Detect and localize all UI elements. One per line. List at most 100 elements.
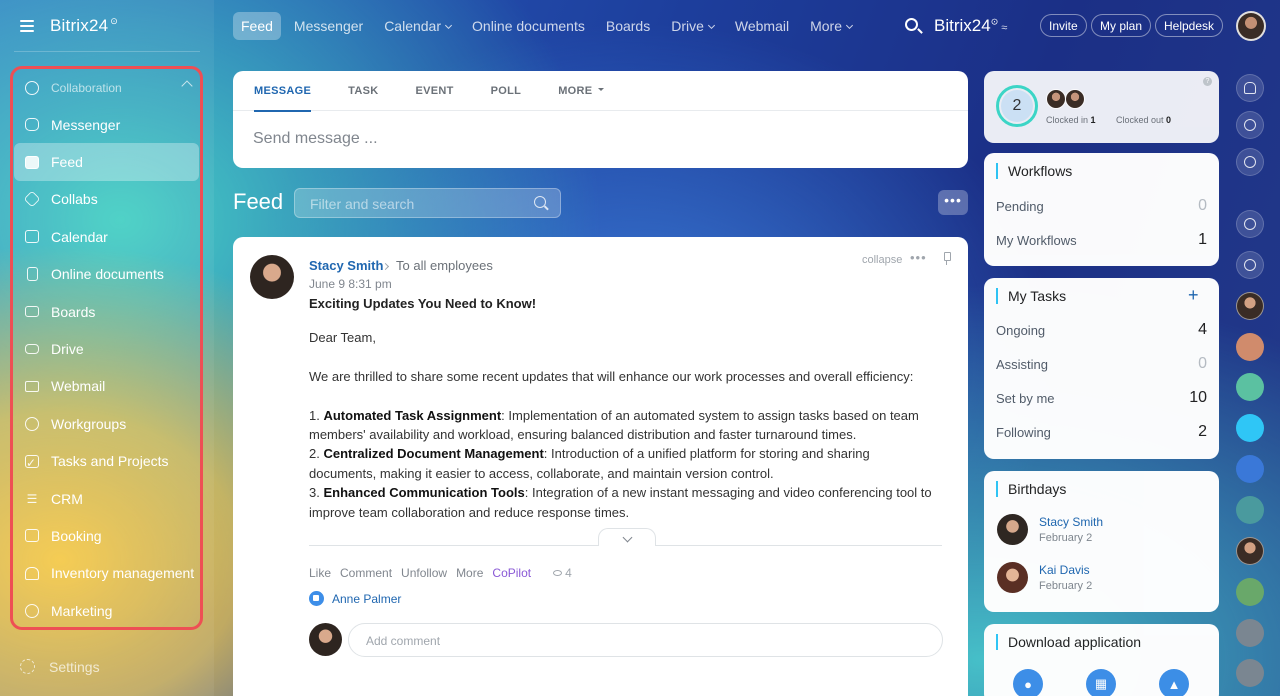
comment-input[interactable]: Add comment	[348, 623, 943, 657]
sidebar-item-online-documents[interactable]: Online documents	[14, 256, 199, 293]
sidebar-item-webmail[interactable]: Webmail	[14, 368, 199, 405]
post-author[interactable]: Stacy Smith	[309, 258, 383, 273]
sidebar-item-tasks-and-projects[interactable]: ✓ Tasks and Projects	[14, 443, 199, 480]
copilot-icon[interactable]	[1236, 111, 1264, 139]
pin-icon[interactable]	[942, 252, 951, 265]
bot-icon[interactable]	[1236, 619, 1264, 647]
windows-icon[interactable]: ▦	[1086, 669, 1116, 696]
apple-icon[interactable]: ●	[1013, 669, 1043, 696]
sidebar-item-boards[interactable]: Boards	[14, 293, 199, 330]
menu-group-label: Collaboration	[51, 81, 122, 95]
nav-boards[interactable]: Boards	[598, 12, 658, 40]
avatar[interactable]	[250, 255, 294, 299]
like-button[interactable]: Like	[309, 566, 331, 580]
nav-calendar[interactable]: Calendar	[376, 12, 459, 40]
booking-icon	[24, 528, 40, 544]
workflow-row-my-workflows[interactable]: My Workflows 1	[996, 231, 1207, 249]
sidebar-item-booking[interactable]: Booking	[14, 517, 199, 554]
avatar[interactable]	[1236, 537, 1264, 565]
sidebar-item-feed[interactable]: Feed	[14, 143, 199, 181]
liked-by-name[interactable]: Anne Palmer	[332, 592, 401, 606]
general-chat-icon[interactable]	[1236, 414, 1264, 442]
post-date[interactable]: June 9 8:31 pm	[309, 277, 392, 291]
tab-poll[interactable]: POLL	[491, 71, 522, 111]
unfollow-button[interactable]: Unfollow	[401, 566, 447, 580]
copilot-chat-icon[interactable]	[1236, 210, 1264, 238]
expand-post-button[interactable]	[598, 528, 656, 546]
linux-icon[interactable]: ▲	[1159, 669, 1189, 696]
invite-button[interactable]: Invite	[1040, 14, 1087, 37]
left-sidebar: Bitrix24 ⊙ Collaboration Messenger Feed C…	[0, 0, 214, 696]
tab-message[interactable]: MESSAGE	[254, 71, 312, 112]
document-icon	[24, 266, 40, 282]
hamburger-icon[interactable]	[20, 20, 34, 32]
tab-more[interactable]: MORE	[558, 71, 605, 111]
task-row-ongoing[interactable]: Ongoing 4	[996, 321, 1207, 339]
widget-title[interactable]: My Tasks	[996, 288, 1066, 304]
sidebar-item-settings[interactable]: Settings	[20, 656, 100, 678]
nav-drive[interactable]: Drive	[663, 12, 722, 40]
sidebar-header: Bitrix24 ⊙	[0, 0, 214, 52]
sidebar-item-inventory-management[interactable]: Inventory management	[14, 555, 199, 592]
sidebar-item-collabs[interactable]: Collabs	[14, 181, 199, 218]
message-input[interactable]: Send message ...	[253, 130, 378, 148]
nav-messenger[interactable]: Messenger	[286, 12, 371, 40]
workflow-row-pending[interactable]: Pending 0	[996, 197, 1207, 215]
avatar[interactable]	[1236, 292, 1264, 320]
task-row-following[interactable]: Following 2	[996, 423, 1207, 441]
search-icon[interactable]	[534, 196, 546, 208]
sidebar-item-label: Marketing	[51, 602, 113, 619]
avatar[interactable]	[997, 562, 1028, 593]
helpdesk-button[interactable]: Helpdesk	[1155, 14, 1224, 37]
add-task-button[interactable]: +	[1188, 285, 1199, 306]
sidebar-item-workgroups[interactable]: Workgroups	[14, 405, 199, 442]
task-chat-icon[interactable]	[1236, 578, 1264, 606]
brand-logo[interactable]: Bitrix24 ⊙	[50, 16, 118, 36]
comment-button[interactable]: Comment	[340, 566, 392, 580]
filter-placeholder: Filter and search	[310, 196, 415, 212]
nav-more[interactable]: More	[802, 12, 860, 40]
task-row-set-by-me[interactable]: Set by me 10	[996, 389, 1207, 407]
search-icon[interactable]	[905, 18, 918, 31]
menu-group-collaboration[interactable]: Collaboration	[14, 74, 199, 102]
widget-title[interactable]: Workflows	[996, 163, 1072, 179]
birthday-name[interactable]: Stacy Smith	[1039, 515, 1103, 529]
group-chat-icon[interactable]	[1236, 333, 1264, 361]
group-chat-icon[interactable]	[1236, 373, 1264, 401]
clock-in-counter[interactable]: 2	[996, 85, 1038, 127]
birthday-name[interactable]: Kai Davis	[1039, 563, 1090, 577]
sidebar-item-marketing[interactable]: Marketing	[14, 592, 199, 629]
task-row-assisting[interactable]: Assisting 0	[996, 355, 1207, 373]
copilot-icon[interactable]	[1236, 455, 1264, 483]
sidebar-item-crm[interactable]: ☰ CRM	[14, 480, 199, 517]
more-button[interactable]: More	[456, 566, 483, 580]
more-dots-icon[interactable]: •••	[910, 250, 927, 265]
copilot-chat-icon[interactable]	[1236, 251, 1264, 279]
avatar[interactable]	[997, 514, 1028, 545]
bell-icon[interactable]	[1236, 74, 1264, 102]
liked-by[interactable]: Anne Palmer	[309, 591, 401, 606]
widget-title[interactable]: Birthdays	[996, 481, 1066, 497]
feed-more-button[interactable]: •••	[938, 190, 968, 215]
brand-logo-header[interactable]: Bitrix24⊙≈	[934, 16, 1007, 36]
help-icon[interactable]: ?	[1203, 77, 1212, 86]
task-chat-icon[interactable]	[1236, 496, 1264, 524]
sidebar-item-calendar[interactable]: Calendar	[14, 218, 199, 255]
chat-icon[interactable]	[1236, 148, 1264, 176]
chevron-up-icon[interactable]	[181, 80, 193, 92]
filter-search-input[interactable]: Filter and search	[294, 188, 561, 218]
thumbs-up-icon	[309, 591, 324, 606]
nav-webmail[interactable]: Webmail	[727, 12, 797, 40]
collapse-link[interactable]: collapse	[862, 254, 902, 266]
avatar[interactable]	[1046, 89, 1066, 109]
copilot-button[interactable]: CoPilot	[492, 566, 531, 580]
my-plan-button[interactable]: My plan	[1091, 14, 1152, 37]
sidebar-item-messenger[interactable]: Messenger	[14, 106, 199, 143]
tab-task[interactable]: TASK	[348, 71, 378, 111]
nav-feed[interactable]: Feed	[233, 12, 281, 40]
sidebar-item-drive[interactable]: Drive	[14, 330, 199, 367]
nav-online-documents[interactable]: Online documents	[464, 12, 593, 40]
tab-event[interactable]: EVENT	[415, 71, 453, 111]
bot-icon[interactable]	[1236, 659, 1264, 687]
avatar[interactable]	[1065, 89, 1085, 109]
